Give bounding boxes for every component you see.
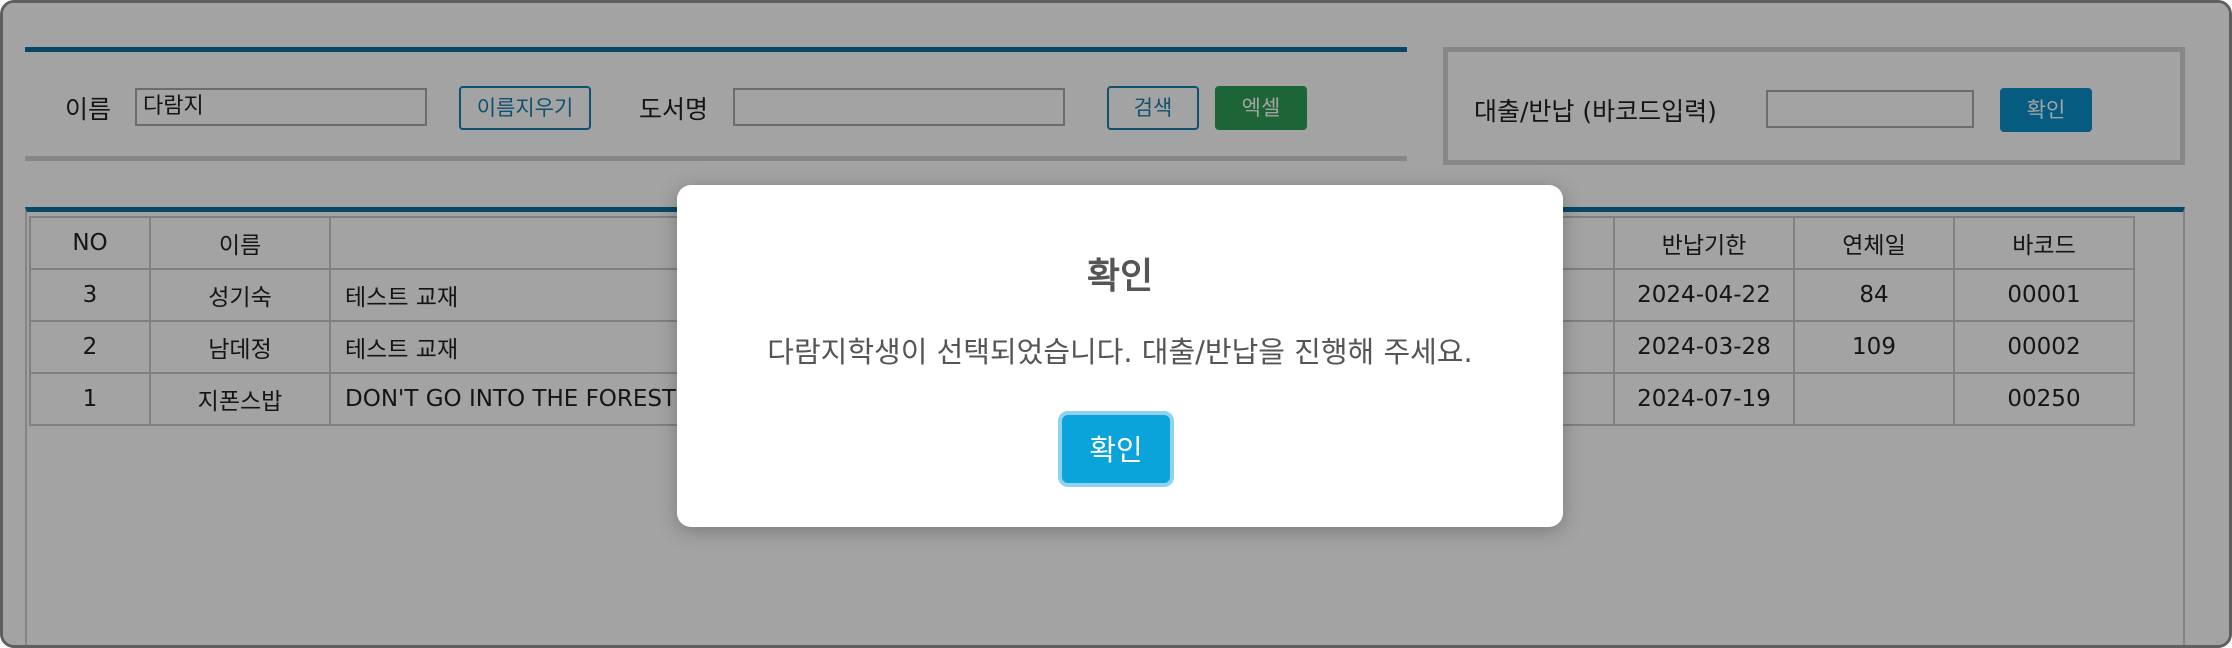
- dialog-message: 다람지학생이 선택되었습니다. 대출/반납을 진행해 주세요.: [767, 335, 1473, 369]
- confirm-dialog: 확인 다람지학생이 선택되었습니다. 대출/반납을 진행해 주세요. 확인: [677, 185, 1563, 527]
- dialog-confirm-button[interactable]: 확인: [1058, 411, 1174, 487]
- app-window: 이름 다람지 이름지우기 도서명 검색 엑셀 대출/반납 (바코드입력) 확인 …: [0, 0, 2232, 648]
- dialog-title: 확인: [1086, 256, 1154, 297]
